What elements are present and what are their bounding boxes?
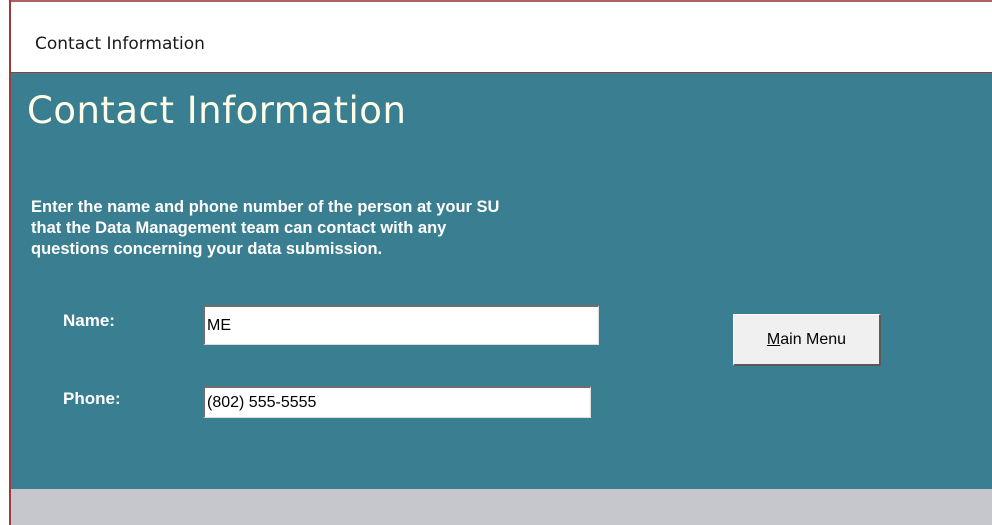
form-heading: Contact Information [27,89,407,132]
title-bar: Contact Information [11,2,992,72]
instructions-line: Enter the name and phone number of the p… [31,198,500,216]
footer-bar [11,489,992,525]
name-field[interactable] [203,305,599,345]
phone-field[interactable] [203,386,591,418]
app-window: Contact Information Contact Information … [0,0,992,525]
instructions-line: questions concerning your data submissio… [31,240,383,258]
main-menu-label: ain Menu [780,330,847,348]
contact-form: Contact Information Enter the name and p… [11,73,992,489]
instructions-line: that the Data Management team can contac… [31,219,447,237]
main-menu-accelerator: M [766,330,781,348]
instructions-text: Enter the name and phone number of the p… [31,197,731,260]
name-label: Name: [63,311,115,330]
window-title: Contact Information [35,34,205,54]
main-menu-button[interactable]: Main Menu [733,314,881,366]
phone-label: Phone: [63,389,121,408]
